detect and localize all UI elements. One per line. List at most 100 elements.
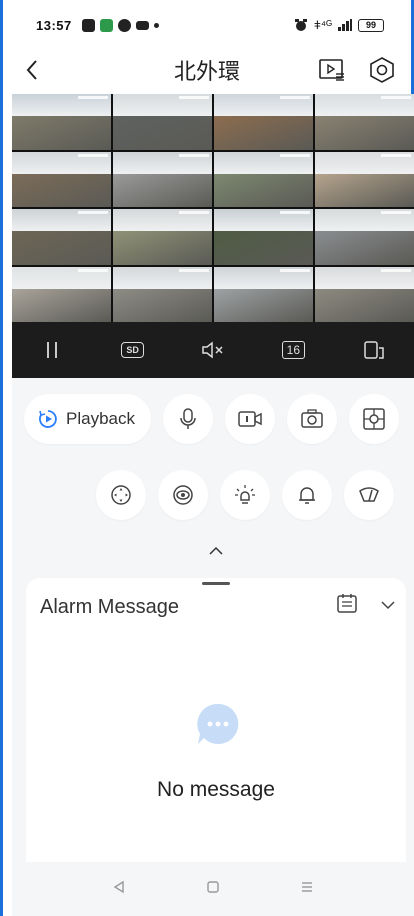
camera-tile[interactable] bbox=[113, 151, 212, 207]
more-notifications-icon bbox=[153, 22, 159, 28]
multi-view-button[interactable] bbox=[348, 394, 399, 444]
camera-tile[interactable] bbox=[12, 209, 111, 265]
fullscreen-button[interactable] bbox=[354, 330, 394, 370]
camera-feed-ground bbox=[113, 116, 212, 150]
camera-timestamp-overlay bbox=[179, 268, 209, 272]
camera-timestamp-overlay bbox=[179, 96, 209, 99]
action-row-primary: Playback bbox=[24, 394, 399, 444]
camera-timestamp-overlay bbox=[381, 96, 411, 99]
camera-feed-ground bbox=[12, 116, 111, 150]
quality-button[interactable]: SD bbox=[113, 330, 153, 370]
playback-label: Playback bbox=[66, 409, 135, 428]
calendar-button[interactable] bbox=[336, 592, 358, 619]
menu-lines-icon bbox=[302, 881, 312, 892]
battery-indicator: 99 bbox=[358, 18, 384, 32]
back-button[interactable] bbox=[12, 50, 52, 90]
camera-grid bbox=[12, 94, 414, 322]
camera-tile[interactable] bbox=[113, 266, 212, 322]
camera-timestamp-overlay bbox=[78, 96, 108, 99]
light-button[interactable] bbox=[220, 470, 270, 520]
filter-dropdown-button[interactable] bbox=[380, 597, 396, 615]
video-control-bar: SD 16 bbox=[12, 322, 414, 378]
system-nav-bar bbox=[12, 862, 414, 916]
camera-feed-ground bbox=[315, 173, 414, 207]
camera-tile[interactable] bbox=[113, 94, 212, 150]
camera-timestamp-overlay bbox=[78, 211, 108, 214]
camera-tile[interactable] bbox=[214, 209, 313, 265]
camera-tile[interactable] bbox=[12, 151, 111, 207]
calendar-icon bbox=[337, 594, 357, 613]
eye-icon bbox=[173, 485, 193, 505]
light-icon bbox=[235, 485, 255, 504]
microphone-icon bbox=[180, 408, 196, 429]
camera-tile[interactable] bbox=[315, 266, 414, 322]
playback-button[interactable]: Playback bbox=[24, 394, 151, 444]
camera-feed-ground bbox=[214, 116, 313, 150]
camera-tile[interactable] bbox=[315, 151, 414, 207]
nav-home-button[interactable] bbox=[206, 880, 220, 899]
camera-tile[interactable] bbox=[12, 266, 111, 322]
speaker-muted-icon bbox=[202, 341, 223, 359]
camera-tile[interactable] bbox=[315, 209, 414, 265]
camera-feed-ground bbox=[214, 231, 313, 265]
camera-timestamp-overlay bbox=[78, 153, 108, 157]
alarm-message-card: Alarm Message No message bbox=[26, 578, 406, 868]
mute-button[interactable] bbox=[193, 330, 233, 370]
camera-timestamp-overlay bbox=[179, 153, 209, 157]
camera-snapshot-icon bbox=[301, 409, 323, 428]
empty-message-text: No message bbox=[157, 778, 275, 801]
alarm-bell-icon bbox=[299, 487, 315, 504]
camera-feed-ground bbox=[315, 288, 414, 322]
camera-tile[interactable] bbox=[315, 94, 414, 150]
square-home-icon bbox=[207, 880, 219, 893]
hexagon-gear-icon bbox=[370, 57, 394, 83]
snapshot-button[interactable] bbox=[286, 394, 337, 444]
pause-button[interactable] bbox=[32, 330, 72, 370]
bag-notification-icon bbox=[81, 18, 95, 32]
camera-tile[interactable] bbox=[12, 94, 111, 150]
camera-timestamp-overlay bbox=[280, 268, 310, 272]
triangle-back-icon bbox=[113, 880, 124, 893]
action-row-secondary bbox=[96, 470, 394, 520]
ptz-icon bbox=[111, 485, 131, 505]
wiper-button[interactable] bbox=[344, 470, 394, 520]
chevron-down-icon bbox=[381, 600, 395, 609]
split-count-badge: 16 bbox=[281, 341, 306, 359]
drag-handle[interactable] bbox=[202, 582, 230, 585]
siren-button[interactable] bbox=[282, 470, 332, 520]
camera-feed-ground bbox=[315, 231, 414, 265]
camera-feed-ground bbox=[113, 231, 212, 265]
chat-notification-icon bbox=[117, 18, 131, 32]
camera-tile[interactable] bbox=[214, 151, 313, 207]
camera-tile[interactable] bbox=[214, 266, 313, 322]
nav-back-button[interactable] bbox=[112, 880, 126, 899]
split-view-button[interactable]: 16 bbox=[273, 330, 313, 370]
alarm-title: Alarm Message bbox=[40, 596, 179, 618]
expand-panel-button[interactable] bbox=[207, 544, 225, 562]
settings-button[interactable] bbox=[366, 54, 398, 86]
camera-feed-ground bbox=[315, 116, 414, 150]
camera-feed-ground bbox=[113, 288, 212, 322]
camera-feed-ground bbox=[12, 288, 111, 322]
record-button[interactable] bbox=[224, 394, 275, 444]
alarm-clock-icon bbox=[294, 19, 307, 31]
privacy-view-button[interactable] bbox=[158, 470, 208, 520]
chevron-left-icon bbox=[26, 60, 37, 80]
notification-icons bbox=[81, 18, 159, 32]
nav-recents-button[interactable] bbox=[300, 880, 314, 899]
talk-button[interactable] bbox=[162, 394, 213, 444]
camera-timestamp-overlay bbox=[78, 268, 108, 272]
ptz-button[interactable] bbox=[96, 470, 146, 520]
camera-tile[interactable] bbox=[214, 94, 313, 150]
camera-feed-ground bbox=[214, 173, 313, 207]
camera-tile[interactable] bbox=[113, 209, 212, 265]
playback-list-button[interactable] bbox=[316, 54, 348, 86]
camera-timestamp-overlay bbox=[179, 211, 209, 214]
camera-feed-ground bbox=[113, 173, 212, 207]
rotate-screen-icon bbox=[364, 341, 384, 359]
mail-notification-icon bbox=[135, 20, 149, 30]
signal-indicator: ǂ⁴ᴳ bbox=[313, 18, 332, 32]
camera-feed-ground bbox=[12, 231, 111, 265]
camera-timestamp-overlay bbox=[381, 211, 411, 214]
status-time: 13:57 bbox=[36, 17, 72, 33]
